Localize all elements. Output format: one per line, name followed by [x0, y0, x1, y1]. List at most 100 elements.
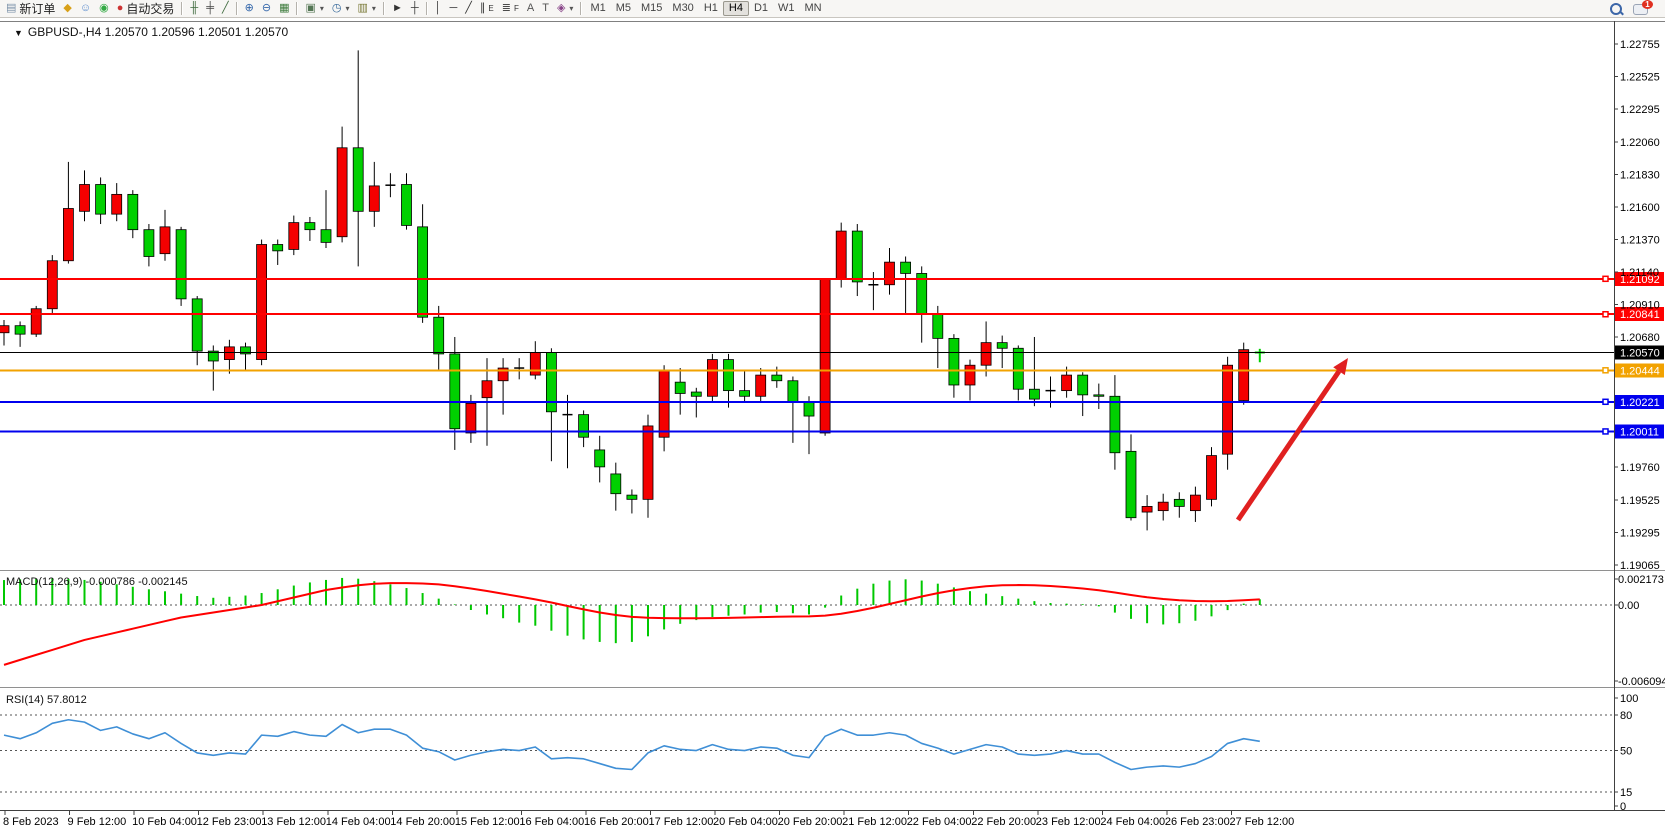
- dropdown-arrow-icon[interactable]: ▾: [346, 1, 350, 17]
- macd-indicator-label: MACD(12,26,9) -0.000786 -0.002145: [6, 576, 188, 588]
- trendline-button[interactable]: ╱: [461, 3, 476, 14]
- notification-badge: 1: [1642, 0, 1653, 9]
- vertical-line-button[interactable]: │: [431, 3, 446, 14]
- new-order-button[interactable]: ▤新订单: [2, 1, 59, 17]
- timeframe-button-h1[interactable]: H1: [699, 1, 723, 16]
- search-icon[interactable]: [1609, 2, 1623, 16]
- svg-text:1.22060: 1.22060: [1620, 137, 1660, 149]
- tile-windows-icon: ▦: [279, 3, 289, 14]
- svg-text:1.22755: 1.22755: [1620, 39, 1660, 51]
- svg-text:1.20910: 1.20910: [1620, 300, 1660, 312]
- fibonacci-icon: ≣: [502, 3, 511, 14]
- tile-windows-button[interactable]: ▦: [275, 3, 293, 14]
- svg-text:1.20680: 1.20680: [1620, 332, 1660, 344]
- zoom-in-button[interactable]: ⊕: [241, 3, 258, 14]
- bar-chart-type-button[interactable]: ╫: [186, 3, 202, 14]
- svg-text:1.21140: 1.21140: [1620, 267, 1659, 279]
- timeframe-button-m5[interactable]: M5: [611, 1, 636, 16]
- svg-text:1.19525: 1.19525: [1620, 495, 1660, 507]
- svg-text:15 Feb 12:00: 15 Feb 12:00: [455, 816, 520, 828]
- timeframe-button-m30[interactable]: M30: [667, 1, 698, 16]
- equidistant-channel-icon: ∥: [480, 3, 486, 14]
- new-order-icon: ▤: [6, 3, 16, 14]
- svg-text:9 Feb 12:00: 9 Feb 12:00: [68, 816, 127, 828]
- cursor-icon: ►: [392, 3, 403, 14]
- svg-text:21 Feb 12:00: 21 Feb 12:00: [842, 816, 907, 828]
- glyph-subscript: F: [514, 1, 519, 17]
- gold-chart-icon: ◆: [63, 3, 71, 14]
- timeframe-button-mn[interactable]: MN: [800, 1, 827, 16]
- timeframe-button-d1[interactable]: D1: [749, 1, 773, 16]
- line-chart-type-button[interactable]: ╱: [218, 3, 233, 14]
- gold-chart-button[interactable]: ◆: [59, 3, 75, 14]
- arrows-icon: ◈: [557, 3, 565, 14]
- cursor-button[interactable]: ►: [388, 3, 407, 14]
- text-icon: A: [527, 3, 534, 14]
- profiles-button[interactable]: ◷▾: [328, 1, 354, 17]
- timeframe-button-h4[interactable]: H4: [723, 1, 749, 16]
- trendline-icon: ╱: [465, 3, 472, 14]
- new-chart-button[interactable]: ▣▾: [301, 1, 327, 17]
- svg-text:8 Feb 2023: 8 Feb 2023: [3, 816, 59, 828]
- timeframe-button-w1[interactable]: W1: [773, 1, 800, 16]
- svg-text:26 Feb 23:00: 26 Feb 23:00: [1165, 816, 1230, 828]
- toolbar-separator: [296, 2, 298, 15]
- horizontal-line-button[interactable]: ─: [446, 3, 462, 14]
- mt4-window: ▤新订单◆☺◉●自动交易╫╪╱⊕⊖▦▣▾◷▾▥▾►┼│─╱∥E≣FAT◈▾M1M…: [0, 0, 1665, 835]
- svg-text:14 Feb 20:00: 14 Feb 20:00: [390, 816, 455, 828]
- equidistant-channel-button[interactable]: ∥E: [476, 1, 498, 17]
- notifications-chat-icon[interactable]: 1: [1633, 3, 1649, 15]
- price-chart-canvas[interactable]: 1.210921.208411.205701.204441.202211.200…: [0, 19, 1665, 835]
- svg-text:1.21370: 1.21370: [1620, 235, 1660, 247]
- text-button[interactable]: A: [523, 3, 538, 14]
- svg-text:1.21600: 1.21600: [1620, 202, 1660, 214]
- horizontal-line-icon: ─: [450, 3, 458, 14]
- arrows-button[interactable]: ◈▾: [553, 1, 577, 17]
- zoom-out-button[interactable]: ⊖: [258, 3, 275, 14]
- svg-text:1.22295: 1.22295: [1620, 104, 1660, 116]
- timeframe-button-m1[interactable]: M1: [585, 1, 610, 16]
- crosshair-button[interactable]: ┼: [407, 3, 423, 14]
- svg-text:0.00: 0.00: [1618, 600, 1639, 612]
- svg-text:15: 15: [1620, 787, 1632, 799]
- text-label-icon: T: [542, 3, 549, 14]
- candlestick-chart-type-button[interactable]: ╪: [202, 3, 218, 14]
- dropdown-arrow-icon[interactable]: ▾: [320, 1, 324, 17]
- chart-window[interactable]: 1.210921.208411.205701.204441.202211.200…: [0, 19, 1665, 835]
- accounts-button[interactable]: ☺: [76, 3, 95, 14]
- svg-text:27 Feb 12:00: 27 Feb 12:00: [1229, 816, 1294, 828]
- zoom-out-icon: ⊖: [262, 3, 271, 14]
- svg-text:1.19065: 1.19065: [1620, 560, 1660, 572]
- toolbar-separator: [580, 2, 582, 15]
- auto-trading-button[interactable]: ●自动交易: [113, 1, 179, 17]
- signals-button[interactable]: ◉: [95, 3, 113, 14]
- dropdown-arrow-icon[interactable]: ▾: [372, 1, 376, 17]
- chart-title-text: GBPUSD-,H4 1.20570 1.20596 1.20501 1.205…: [28, 25, 288, 39]
- toolbar-separator: [426, 2, 428, 15]
- auto-trading-icon: ●: [117, 3, 124, 14]
- line-chart-type-icon: ╱: [222, 3, 229, 14]
- auto-trading-button-label: 自动交易: [126, 1, 174, 17]
- svg-text:80: 80: [1620, 710, 1632, 722]
- chart-collapse-icon[interactable]: ▼: [14, 28, 23, 38]
- profiles-icon: ◷: [332, 3, 342, 14]
- timeframe-button-m15[interactable]: M15: [636, 1, 667, 16]
- main-toolbar: ▤新订单◆☺◉●自动交易╫╪╱⊕⊖▦▣▾◷▾▥▾►┼│─╱∥E≣FAT◈▾M1M…: [0, 0, 1665, 18]
- svg-text:100: 100: [1620, 693, 1638, 705]
- svg-text:1.21830: 1.21830: [1620, 170, 1660, 182]
- new-order-button-label: 新订单: [19, 1, 55, 17]
- svg-text:20 Feb 20:00: 20 Feb 20:00: [778, 816, 843, 828]
- templates-button[interactable]: ▥▾: [354, 1, 380, 17]
- svg-text:1.20221: 1.20221: [1620, 397, 1660, 409]
- fibonacci-button[interactable]: ≣F: [498, 1, 523, 17]
- svg-text:20 Feb 04:00: 20 Feb 04:00: [713, 816, 778, 828]
- toolbar-separator: [181, 2, 183, 15]
- svg-text:13 Feb 12:00: 13 Feb 12:00: [261, 816, 326, 828]
- dropdown-arrow-icon[interactable]: ▾: [569, 1, 573, 17]
- candlestick-chart-type-icon: ╪: [206, 3, 214, 14]
- text-label-button[interactable]: T: [538, 3, 553, 14]
- svg-text:50: 50: [1620, 746, 1632, 758]
- svg-text:1.19760: 1.19760: [1620, 462, 1660, 474]
- svg-text:14 Feb 04:00: 14 Feb 04:00: [326, 816, 391, 828]
- templates-icon: ▥: [358, 3, 368, 14]
